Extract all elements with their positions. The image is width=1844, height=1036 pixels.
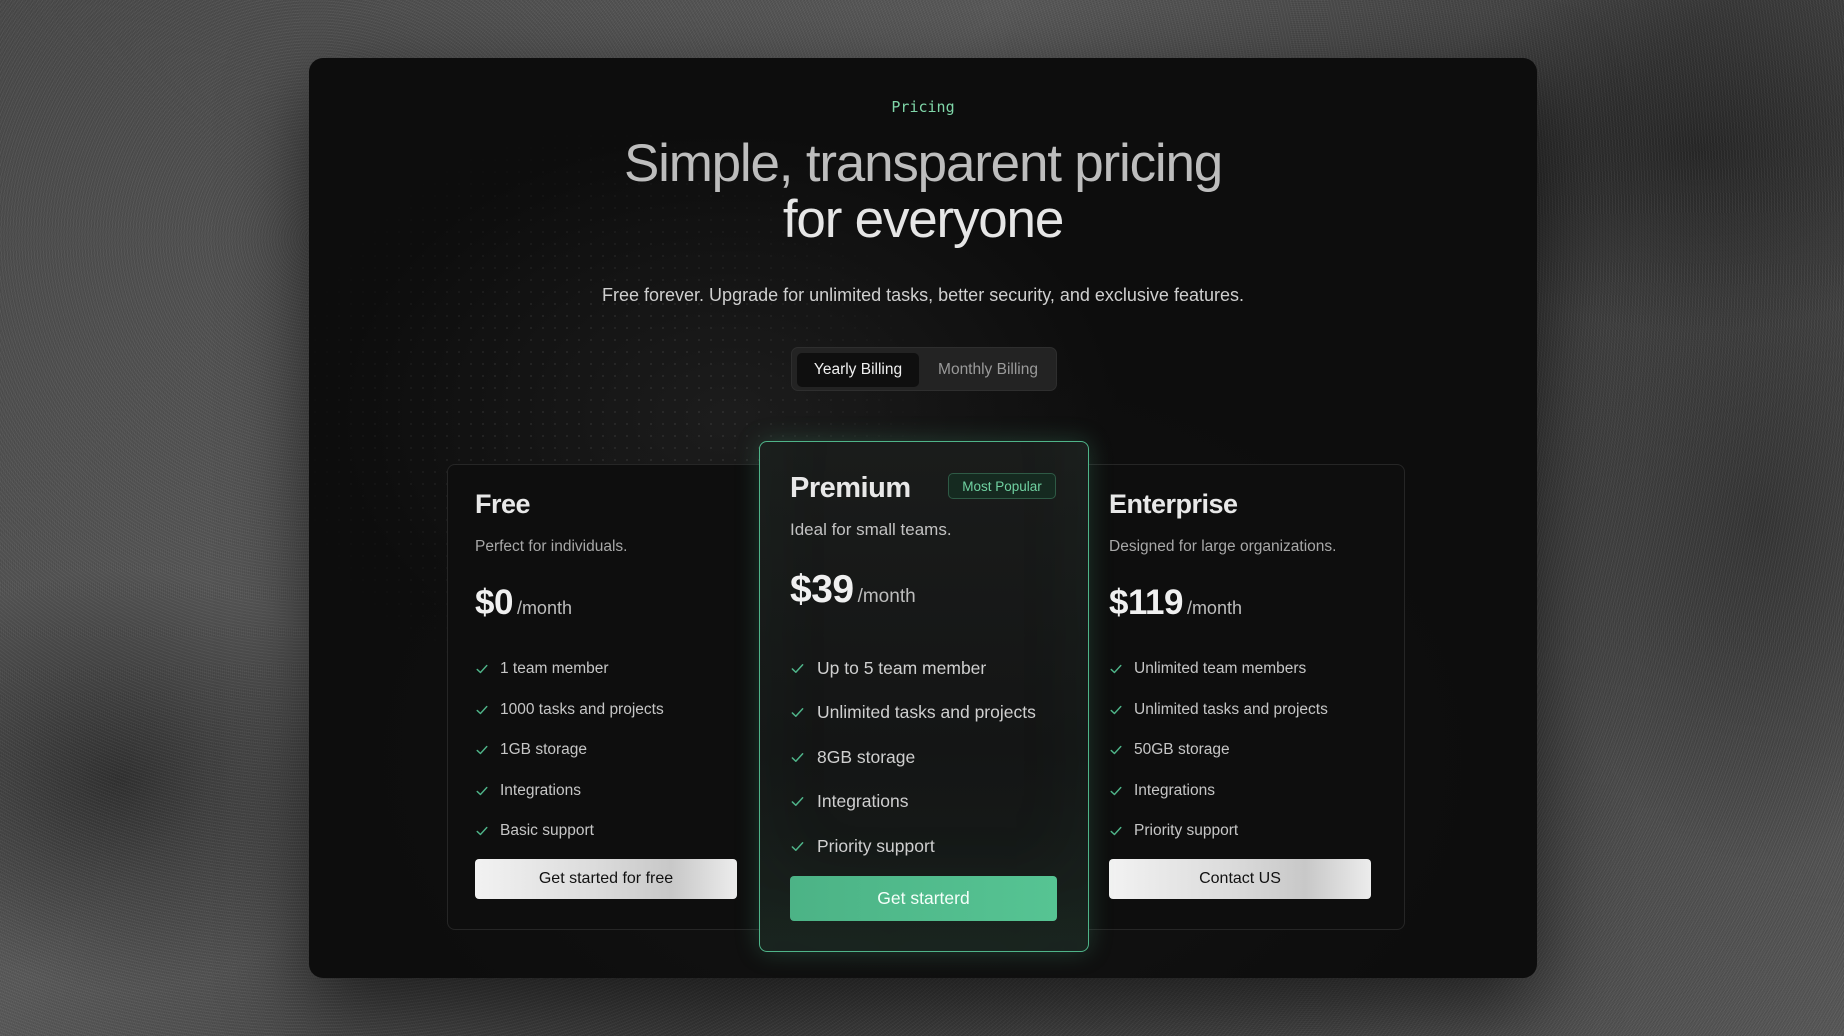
check-icon xyxy=(1110,665,1122,674)
feature-list: Unlimited team members Unlimited tasks a… xyxy=(1109,649,1328,852)
feature-text: Unlimited team members xyxy=(1134,660,1307,678)
pricing-eyebrow: Pricing xyxy=(891,98,955,116)
feature-item: Priority support xyxy=(1109,811,1328,852)
check-icon xyxy=(791,841,804,851)
check-icon xyxy=(791,797,804,807)
feature-item: Unlimited tasks and projects xyxy=(790,691,1036,736)
price-amount: $39 xyxy=(790,568,854,611)
get-started-premium-button[interactable]: Get starterd xyxy=(790,876,1057,921)
plan-description: Ideal for small teams. xyxy=(790,520,952,539)
feature-text: Basic support xyxy=(500,822,594,840)
feature-item: Unlimited tasks and projects xyxy=(1109,690,1328,731)
plan-name: Premium xyxy=(790,472,911,504)
feature-item: Priority support xyxy=(790,824,1036,869)
feature-text: Priority support xyxy=(817,835,935,856)
feature-text: 1GB storage xyxy=(500,741,588,759)
feature-text: 1000 tasks and projects xyxy=(500,700,664,718)
feature-text: Integrations xyxy=(1134,781,1215,799)
check-icon xyxy=(791,752,804,762)
most-popular-badge: Most Popular xyxy=(948,473,1056,499)
plan-price: $39/month xyxy=(790,568,916,612)
feature-list: Up to 5 team member Unlimited tasks and … xyxy=(790,646,1036,869)
check-icon xyxy=(1110,786,1122,795)
feature-item: Integrations xyxy=(1109,771,1328,812)
feature-item: 1GB storage xyxy=(475,730,664,771)
feature-item: 1 team member xyxy=(475,649,664,690)
plan-card-premium: Premium Most Popular Ideal for small tea… xyxy=(759,441,1089,952)
plan-description: Perfect for individuals. xyxy=(475,538,628,555)
price-amount: $119 xyxy=(1109,583,1183,622)
feature-text: Unlimited tasks and projects xyxy=(1134,700,1328,718)
billing-toggle: Yearly Billing Monthly Billing xyxy=(791,347,1057,391)
feature-text: Priority support xyxy=(1134,822,1239,840)
page-title: Simple, transparent pricing for everyone xyxy=(309,136,1537,248)
check-icon xyxy=(476,665,488,674)
feature-item: Unlimited team members xyxy=(1109,649,1328,690)
monthly-billing-button[interactable]: Monthly Billing xyxy=(925,353,1051,387)
feature-item: Up to 5 team member xyxy=(790,646,1036,691)
feature-text: Integrations xyxy=(500,781,581,799)
yearly-billing-button[interactable]: Yearly Billing xyxy=(797,353,919,387)
feature-list: 1 team member 1000 tasks and projects 1G… xyxy=(475,649,664,852)
check-icon xyxy=(1110,746,1122,755)
plan-card-enterprise: Enterprise Designed for large organizati… xyxy=(1081,464,1405,930)
feature-text: Integrations xyxy=(817,791,909,812)
plan-name: Enterprise xyxy=(1109,489,1238,519)
price-period: /month xyxy=(857,586,916,607)
headline-line-2: for everyone xyxy=(782,190,1064,249)
page-subtitle: Free forever. Upgrade for unlimited task… xyxy=(602,285,1244,305)
price-period: /month xyxy=(516,598,572,618)
get-started-free-button[interactable]: Get started for free xyxy=(475,859,737,899)
check-icon xyxy=(791,708,804,718)
price-amount: $0 xyxy=(475,583,513,622)
feature-item: 1000 tasks and projects xyxy=(475,690,664,731)
feature-item: 8GB storage xyxy=(790,735,1036,780)
price-period: /month xyxy=(1186,598,1242,618)
feature-item: 50GB storage xyxy=(1109,730,1328,771)
feature-item: Basic support xyxy=(475,811,664,852)
plan-card-free: Free Perfect for individuals. $0/month 1… xyxy=(447,464,767,930)
feature-text: Unlimited tasks and projects xyxy=(817,702,1036,723)
plan-name: Free xyxy=(475,489,531,519)
check-icon xyxy=(476,746,488,755)
contact-us-button[interactable]: Contact US xyxy=(1109,859,1371,899)
check-icon xyxy=(791,663,804,673)
feature-item: Integrations xyxy=(475,771,664,812)
check-icon xyxy=(476,786,488,795)
plan-price: $0/month xyxy=(475,583,572,623)
feature-text: 50GB storage xyxy=(1134,741,1230,759)
feature-item: Integrations xyxy=(790,780,1036,825)
check-icon xyxy=(1110,705,1122,714)
feature-text: Up to 5 team member xyxy=(817,657,987,678)
plan-price: $119/month xyxy=(1109,583,1242,623)
check-icon xyxy=(1110,827,1122,836)
feature-text: 8GB storage xyxy=(817,746,916,767)
plan-description: Designed for large organizations. xyxy=(1109,538,1337,555)
headline-line-1: Simple, transparent pricing xyxy=(623,134,1223,193)
pricing-panel: Pricing Simple, transparent pricing for … xyxy=(309,58,1537,978)
check-icon xyxy=(476,705,488,714)
feature-text: 1 team member xyxy=(500,660,609,678)
check-icon xyxy=(476,827,488,836)
